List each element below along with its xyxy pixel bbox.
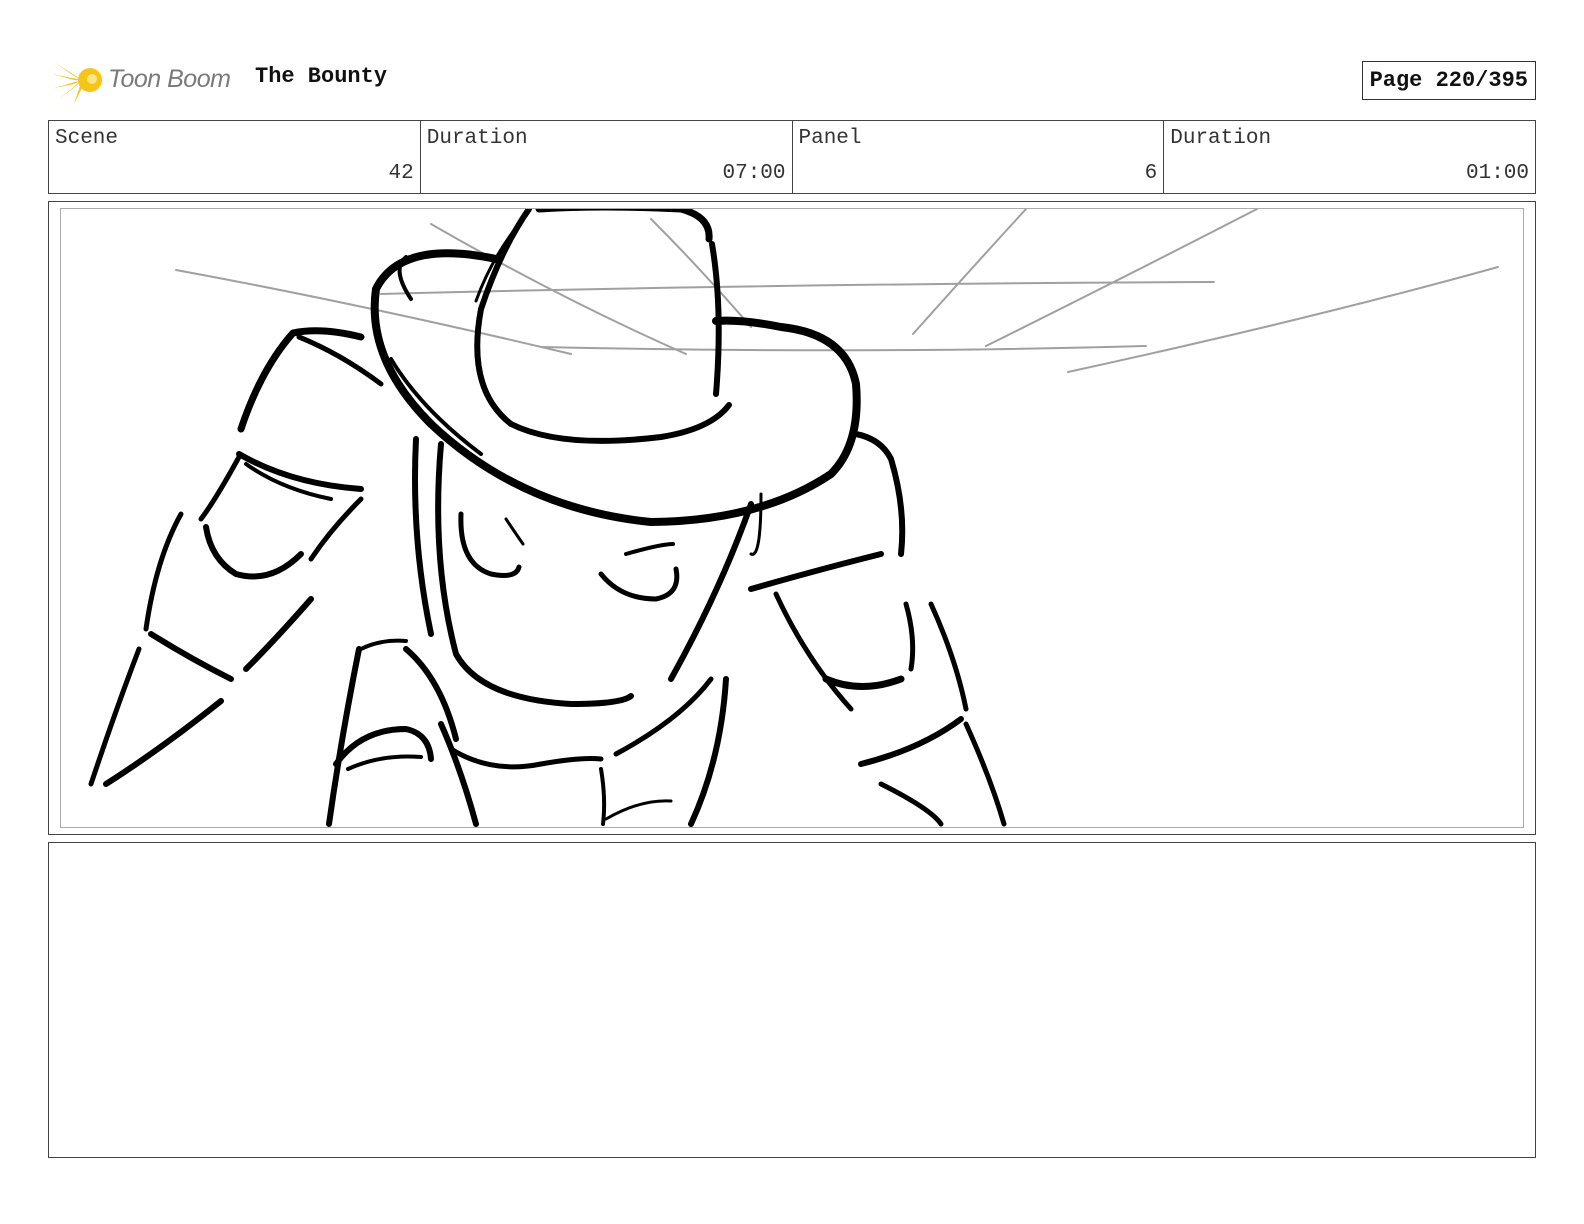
panel-label: Panel [798,127,862,150]
starburst-icon [52,56,102,104]
storyboard-header: Toon Boom The Bounty Page 220/395 [48,50,1536,110]
scene-label: Scene [55,127,119,150]
sketch-canvas [60,208,1524,828]
panel-duration-value: 01:00 [1465,162,1529,185]
panel-notes-box [48,842,1536,1158]
character-lines [88,209,1007,827]
project-title: The Bounty [255,64,388,89]
scene-cell: Scene 42 [49,121,421,193]
page-number: Page 220/395 [1361,61,1536,100]
panel-duration-cell: Duration 01:00 [1164,121,1535,193]
panel-value: 6 [1144,162,1158,185]
panel-duration-label: Duration [1170,127,1272,150]
logo-text: Toon Boom [108,65,231,93]
scene-value: 42 [388,162,414,185]
scene-duration-cell: Duration 07:00 [421,121,793,193]
scene-duration-value: 07:00 [722,162,786,185]
panel-image-frame [48,201,1536,835]
cowboy-sketch [88,209,1499,827]
scene-duration-label: Duration [426,127,528,150]
panel-cell: Panel 6 [793,121,1165,193]
toon-boom-logo: Toon Boom [52,54,242,106]
panel-info-table: Scene 42 Duration 07:00 Panel 6 Duration… [48,120,1536,194]
